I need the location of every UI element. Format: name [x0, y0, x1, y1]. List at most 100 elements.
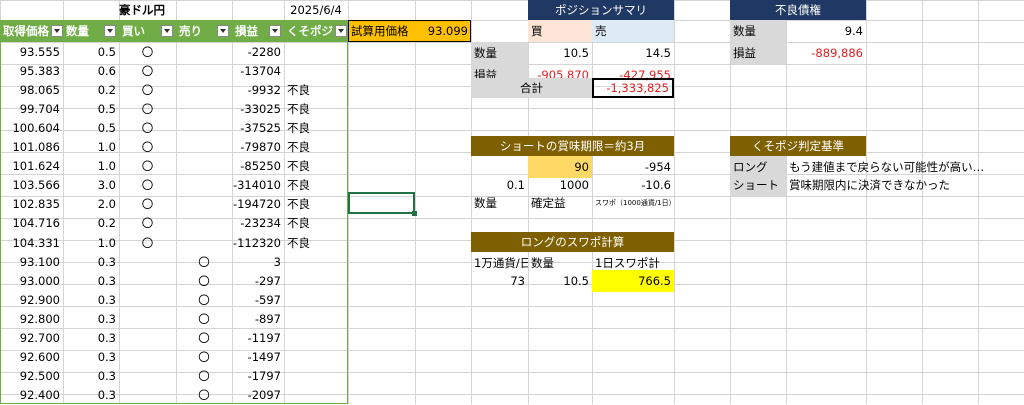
qty-cell[interactable]: 0.3 — [63, 271, 119, 290]
buy-mark-cell[interactable] — [119, 386, 176, 405]
sell-mark-cell[interactable] — [176, 233, 232, 252]
buy-mark-cell[interactable] — [119, 329, 176, 348]
filter-dropdown-icon[interactable] — [217, 25, 229, 37]
cost-cell[interactable]: 99.704 — [0, 99, 63, 118]
cost-cell[interactable]: 93.555 — [0, 42, 63, 61]
cost-cell[interactable]: 103.566 — [0, 176, 63, 195]
sell-mark-cell[interactable] — [176, 118, 232, 137]
sell-mark-cell[interactable] — [176, 80, 232, 99]
qty-cell[interactable]: 0.3 — [63, 386, 119, 405]
qty-cell[interactable]: 0.3 — [63, 252, 119, 271]
badpos-cell[interactable] — [284, 386, 348, 405]
buy-mark-cell[interactable]: 〇 — [119, 233, 176, 252]
sell-mark-cell[interactable]: 〇 — [176, 348, 232, 367]
sell-mark-cell[interactable] — [176, 157, 232, 176]
bad-debt-qty-value[interactable]: 9.4 — [786, 20, 866, 42]
badpos-cell[interactable] — [284, 309, 348, 328]
sell-mark-cell[interactable]: 〇 — [176, 367, 232, 386]
cost-cell[interactable]: 92.500 — [0, 367, 63, 386]
sell-mark-cell[interactable]: 〇 — [176, 290, 232, 309]
col-header-badpos[interactable]: くそポジ判 — [284, 20, 348, 42]
sell-mark-cell[interactable]: 〇 — [176, 252, 232, 271]
sell-mark-cell[interactable]: 〇 — [176, 271, 232, 290]
buy-mark-cell[interactable]: 〇 — [119, 195, 176, 214]
summary-buy-qty[interactable]: 10.5 — [528, 42, 592, 64]
long-swap-value-2[interactable]: 10.5 — [528, 270, 592, 292]
buy-mark-cell[interactable]: 〇 — [119, 157, 176, 176]
summary-sell-qty[interactable]: 14.5 — [592, 42, 674, 64]
buy-mark-cell[interactable]: 〇 — [119, 80, 176, 99]
buy-mark-cell[interactable]: 〇 — [119, 118, 176, 137]
buy-mark-cell[interactable] — [119, 348, 176, 367]
sell-mark-cell[interactable] — [176, 61, 232, 80]
filter-dropdown-icon[interactable] — [161, 25, 173, 37]
filter-dropdown-icon[interactable] — [104, 25, 116, 37]
badpos-cell[interactable] — [284, 271, 348, 290]
col-header-qty[interactable]: 数量 — [63, 20, 119, 42]
sheet-date[interactable]: 2025/6/4 — [284, 0, 348, 20]
cost-cell[interactable]: 104.716 — [0, 214, 63, 233]
cost-cell[interactable]: 92.700 — [0, 329, 63, 348]
qty-cell[interactable]: 0.3 — [63, 329, 119, 348]
badpos-cell[interactable]: 不良 — [284, 214, 348, 233]
cost-cell[interactable]: 95.383 — [0, 61, 63, 80]
cost-cell[interactable]: 100.604 — [0, 118, 63, 137]
qty-cell[interactable]: 0.3 — [63, 290, 119, 309]
badpos-cell[interactable]: 不良 — [284, 157, 348, 176]
sell-mark-cell[interactable]: 〇 — [176, 386, 232, 405]
qty-cell[interactable]: 0.5 — [63, 118, 119, 137]
qty-cell[interactable]: 0.5 — [63, 99, 119, 118]
pl-cell[interactable]: -1497 — [232, 348, 284, 367]
badpos-cell[interactable]: 不良 — [284, 195, 348, 214]
sell-mark-cell[interactable] — [176, 176, 232, 195]
qty-cell[interactable]: 2.0 — [63, 195, 119, 214]
buy-mark-cell[interactable]: 〇 — [119, 61, 176, 80]
pl-cell[interactable]: 3 — [232, 252, 284, 271]
buy-mark-cell[interactable]: 〇 — [119, 138, 176, 157]
badpos-cell[interactable]: 不良 — [284, 176, 348, 195]
qty-cell[interactable]: 0.3 — [63, 309, 119, 328]
pl-cell[interactable]: -194720 — [232, 195, 284, 214]
qty-cell[interactable]: 0.5 — [63, 42, 119, 61]
sell-mark-cell[interactable]: 〇 — [176, 329, 232, 348]
buy-mark-cell[interactable]: 〇 — [119, 42, 176, 61]
qty-cell[interactable]: 3.0 — [63, 176, 119, 195]
pl-cell[interactable]: -79870 — [232, 138, 284, 157]
cost-cell[interactable]: 98.065 — [0, 80, 63, 99]
badpos-cell[interactable]: 不良 — [284, 118, 348, 137]
pl-cell[interactable]: -33025 — [232, 99, 284, 118]
pl-cell[interactable]: -112320 — [232, 233, 284, 252]
pl-cell[interactable]: -1797 — [232, 367, 284, 386]
sell-mark-cell[interactable]: 〇 — [176, 309, 232, 328]
cost-cell[interactable]: 92.800 — [0, 309, 63, 328]
criteria-short-text[interactable]: 賞味期限内に決済できなかった — [786, 174, 986, 196]
buy-mark-cell[interactable] — [119, 367, 176, 386]
long-swap-value-1[interactable]: 73 — [471, 270, 528, 292]
selected-cell[interactable] — [348, 192, 415, 214]
cost-cell[interactable]: 104.331 — [0, 233, 63, 252]
qty-cell[interactable]: 1.0 — [63, 138, 119, 157]
badpos-cell[interactable] — [284, 290, 348, 309]
sell-mark-cell[interactable] — [176, 99, 232, 118]
pl-cell[interactable]: -897 — [232, 309, 284, 328]
badpos-cell[interactable] — [284, 252, 348, 271]
badpos-cell[interactable] — [284, 61, 348, 80]
badpos-cell[interactable]: 不良 — [284, 99, 348, 118]
badpos-cell[interactable] — [284, 329, 348, 348]
col-header-pl[interactable]: 損益 — [232, 20, 284, 42]
buy-mark-cell[interactable]: 〇 — [119, 214, 176, 233]
filter-dropdown-icon[interactable] — [269, 25, 281, 37]
qty-cell[interactable]: 1.0 — [63, 233, 119, 252]
pl-cell[interactable]: -37525 — [232, 118, 284, 137]
cost-cell[interactable]: 92.400 — [0, 386, 63, 405]
buy-mark-cell[interactable] — [119, 309, 176, 328]
pl-cell[interactable]: -13704 — [232, 61, 284, 80]
fill-handle[interactable] — [412, 211, 417, 216]
pl-cell[interactable]: -597 — [232, 290, 284, 309]
badpos-cell[interactable]: 不良 — [284, 138, 348, 157]
badpos-cell[interactable] — [284, 42, 348, 61]
cost-cell[interactable]: 92.900 — [0, 290, 63, 309]
buy-mark-cell[interactable]: 〇 — [119, 99, 176, 118]
pl-cell[interactable]: -314010 — [232, 176, 284, 195]
cost-cell[interactable]: 93.100 — [0, 252, 63, 271]
